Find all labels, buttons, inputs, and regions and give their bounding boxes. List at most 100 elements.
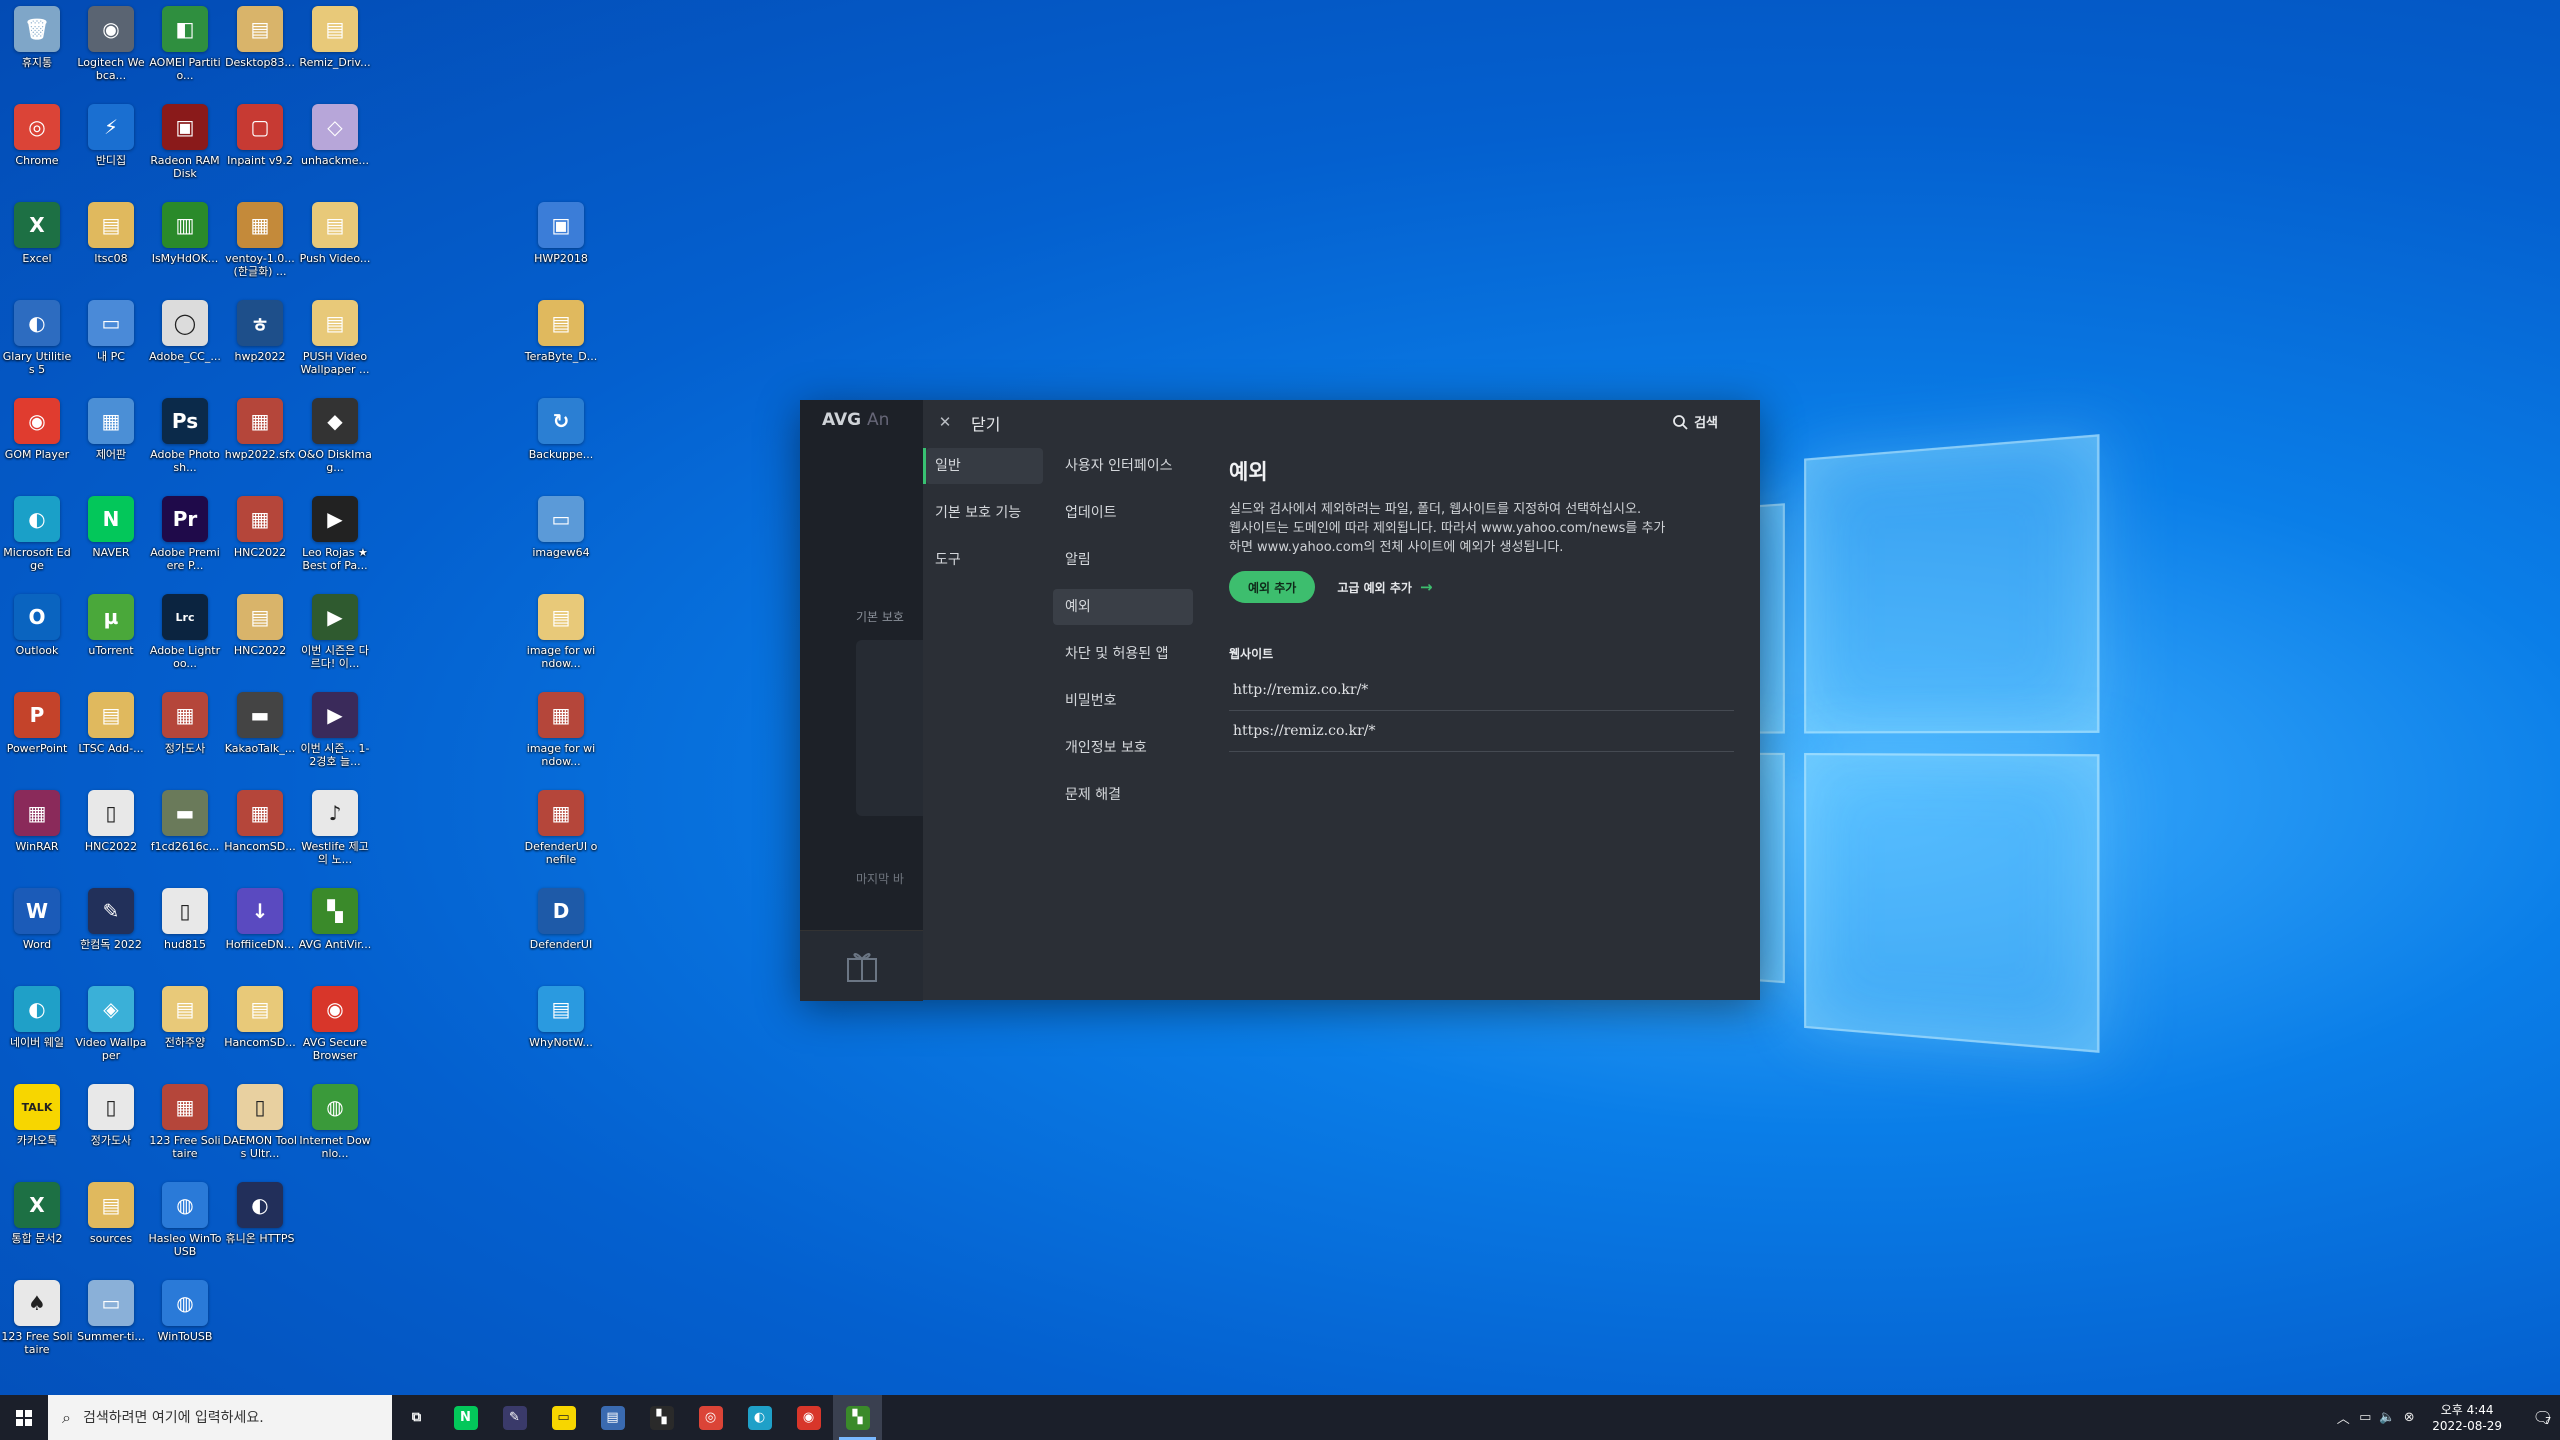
- close-button-label[interactable]: 닫기: [971, 411, 1000, 435]
- start-button[interactable]: [0, 1395, 48, 1440]
- search-button[interactable]: 검색: [1672, 412, 1718, 431]
- desktop-icon[interactable]: TALK 카카오톡: [0, 1078, 74, 1174]
- add-advanced-exception-link[interactable]: 고급 예외 추가 →: [1337, 578, 1432, 596]
- volume-icon[interactable]: 🔈: [2376, 1410, 2398, 1425]
- desktop-icon[interactable]: ▚ AVG AntiVir...: [298, 882, 372, 978]
- desktop-icon[interactable]: ▦ ventoy-1.0... (한글화) ...: [223, 196, 297, 292]
- taskbar-app-hancom-pen[interactable]: ✎: [490, 1395, 539, 1440]
- website-exception-item[interactable]: https://remiz.co.kr/*: [1229, 711, 1734, 752]
- desktop-icon[interactable]: X Excel: [0, 196, 74, 292]
- taskbar-app-media[interactable]: ▚: [637, 1395, 686, 1440]
- nav-general[interactable]: 일반: [926, 448, 1043, 484]
- desktop-icon[interactable]: ▤ TeraByte_D...: [524, 294, 598, 390]
- taskbar-app-whale[interactable]: ◐: [735, 1395, 784, 1440]
- taskbar-app-naver[interactable]: N: [441, 1395, 490, 1440]
- desktop-icon[interactable]: ㅎ hwp2022: [223, 294, 297, 390]
- taskbar-clock[interactable]: 오후 4:44 2022-08-29: [2432, 1402, 2502, 1434]
- desktop-icon[interactable]: ◐ Glary Utilities 5: [0, 294, 74, 390]
- nav-exceptions[interactable]: 예외: [1053, 589, 1193, 625]
- desktop-icon[interactable]: ▤ Push Video...: [298, 196, 372, 292]
- desktop-icon[interactable]: ▥ IsMyHdOK...: [148, 196, 222, 292]
- desktop-icon[interactable]: Lrc Adobe Lightroo...: [148, 588, 222, 684]
- desktop-icon[interactable]: ▬ KakaoTalk_...: [223, 686, 297, 782]
- desktop-icon[interactable]: ▤ sources: [74, 1176, 148, 1272]
- nav-troubleshooting[interactable]: 문제 해결: [1053, 777, 1193, 813]
- nav-passwords[interactable]: 비밀번호: [1053, 683, 1193, 719]
- desktop-icon[interactable]: ▦ 123 Free Solitaire: [148, 1078, 222, 1174]
- nav-basic-protection[interactable]: 기본 보호 기능: [926, 495, 1043, 531]
- desktop-icon[interactable]: ♪ Westlife 제고의 노...: [298, 784, 372, 880]
- desktop-icon[interactable]: ▤ WhyNotW...: [524, 980, 598, 1076]
- desktop-icon[interactable]: ▣ Radeon RAMDisk: [148, 98, 222, 194]
- desktop-icon[interactable]: ▤ image for window...: [524, 588, 598, 684]
- desktop-icon[interactable]: ▢ Inpaint v9.2: [223, 98, 297, 194]
- desktop-icon[interactable]: ◧ AOMEI Partitio...: [148, 0, 222, 96]
- desktop-icon[interactable]: ▯ 정가도사: [74, 1078, 148, 1174]
- desktop-icon[interactable]: ▦ DefenderUI onefile: [524, 784, 598, 880]
- desktop-icon[interactable]: ▤ Remiz_Driv...: [298, 0, 372, 96]
- taskbar-app-chrome[interactable]: ◎: [686, 1395, 735, 1440]
- desktop-icon[interactable]: ▦ HancomSD...: [223, 784, 297, 880]
- desktop-icon[interactable]: O Outlook: [0, 588, 74, 684]
- nav-blocked-allowed-apps[interactable]: 차단 및 허용된 앱: [1053, 636, 1193, 672]
- desktop-icon[interactable]: ▤ LTSC Add-...: [74, 686, 148, 782]
- desktop-icon[interactable]: ▦ 제어판: [74, 392, 148, 488]
- taskbar-search-input[interactable]: [81, 1409, 375, 1427]
- desktop-icon[interactable]: ▣ HWP2018: [524, 196, 598, 292]
- nav-notifications[interactable]: 알림: [1053, 542, 1193, 578]
- nav-user-interface[interactable]: 사용자 인터페이스: [1053, 448, 1193, 484]
- nav-privacy[interactable]: 개인정보 보호: [1053, 730, 1193, 766]
- nav-tools[interactable]: 도구: [926, 542, 1043, 578]
- desktop-icon[interactable]: ↻ Backuppe...: [524, 392, 598, 488]
- desktop-icon[interactable]: ▤ PUSH Video Wallpaper ...: [298, 294, 372, 390]
- desktop-icon[interactable]: ▯ hud815: [148, 882, 222, 978]
- desktop-icon[interactable]: ▶ Leo Rojas ★ Best of Pa...: [298, 490, 372, 586]
- close-icon[interactable]: ✕: [935, 412, 955, 432]
- desktop-icon[interactable]: ▦ image for window...: [524, 686, 598, 782]
- desktop-icon[interactable]: ▦ hwp2022.sfx: [223, 392, 297, 488]
- desktop-icon[interactable]: ◉ GOM Player: [0, 392, 74, 488]
- desktop-icon[interactable]: ▦ WinRAR: [0, 784, 74, 880]
- desktop-icon[interactable]: ◯ Adobe_CC_...: [148, 294, 222, 390]
- website-exception-item[interactable]: http://remiz.co.kr/*: [1229, 670, 1734, 711]
- desktop-icon[interactable]: ⚡ 반디집: [74, 98, 148, 194]
- desktop-icon[interactable]: ◇ unhackme...: [298, 98, 372, 194]
- desktop-icon[interactable]: ▤ HNC2022: [223, 588, 297, 684]
- desktop-icon[interactable]: D DefenderUI: [524, 882, 598, 978]
- desktop-icon[interactable]: ▶ 이번 시즌은 다르다! 이...: [298, 588, 372, 684]
- desktop-icon[interactable]: ◐ Microsoft Edge: [0, 490, 74, 586]
- desktop-icon[interactable]: W Word: [0, 882, 74, 978]
- desktop-icon[interactable]: ▤ 전하주양: [148, 980, 222, 1076]
- desktop-icon[interactable]: ▭ 내 PC: [74, 294, 148, 390]
- desktop-icon[interactable]: P PowerPoint: [0, 686, 74, 782]
- desktop-icon[interactable]: X 통합 문서2: [0, 1176, 74, 1272]
- desktop-icon[interactable]: ◍ WinToUSB: [148, 1274, 222, 1370]
- desktop-icon[interactable]: ◐ 휴니온 HTTPS: [223, 1176, 297, 1272]
- chevron-up-icon[interactable]: ︿: [2332, 1408, 2354, 1427]
- desktop-icon[interactable]: ◈ Video Wallpaper: [74, 980, 148, 1076]
- taskbar-app-task-view[interactable]: ⧉: [392, 1395, 441, 1440]
- taskbar-app-avg-antivirus[interactable]: ▚: [833, 1395, 882, 1440]
- network-icon[interactable]: ▭: [2354, 1410, 2376, 1425]
- desktop-icon[interactable]: ◆ O&O DiskImag...: [298, 392, 372, 488]
- desktop-icon[interactable]: ▬ f1cd2616c...: [148, 784, 222, 880]
- desktop-icon[interactable]: ↓ HoffiiceDN...: [223, 882, 297, 978]
- add-exception-button[interactable]: 예외 추가: [1229, 571, 1315, 603]
- desktop-icon[interactable]: µ uTorrent: [74, 588, 148, 684]
- desktop-icon[interactable]: ▶ 이번 시즌... 1-2경호 늘...: [298, 686, 372, 782]
- desktop-icon[interactable]: ▦ 정가도사: [148, 686, 222, 782]
- desktop-icon[interactable]: ▤ ltsc08: [74, 196, 148, 292]
- desktop-icon[interactable]: ▯ DAEMON Tools Ultr...: [223, 1078, 297, 1174]
- desktop-icon[interactable]: ▤ HancomSD...: [223, 980, 297, 1076]
- desktop-icon[interactable]: ◍ Hasleo WinToUSB: [148, 1176, 222, 1272]
- desktop-icon[interactable]: ◉ Logitech Webca...: [74, 0, 148, 96]
- taskbar-app-explorer[interactable]: ▤: [588, 1395, 637, 1440]
- desktop-icon[interactable]: ◎ Chrome: [0, 98, 74, 194]
- taskbar-app-kakaotalk[interactable]: ▭: [539, 1395, 588, 1440]
- taskbar-search-box[interactable]: ⌕: [48, 1395, 392, 1440]
- desktop-icon[interactable]: N NAVER: [74, 490, 148, 586]
- desktop-icon[interactable]: ◐ 네이버 웨일: [0, 980, 74, 1076]
- desktop-icon[interactable]: ▦ HNC2022: [223, 490, 297, 586]
- nav-updates[interactable]: 업데이트: [1053, 495, 1193, 531]
- desktop-icon[interactable]: ▯ HNC2022: [74, 784, 148, 880]
